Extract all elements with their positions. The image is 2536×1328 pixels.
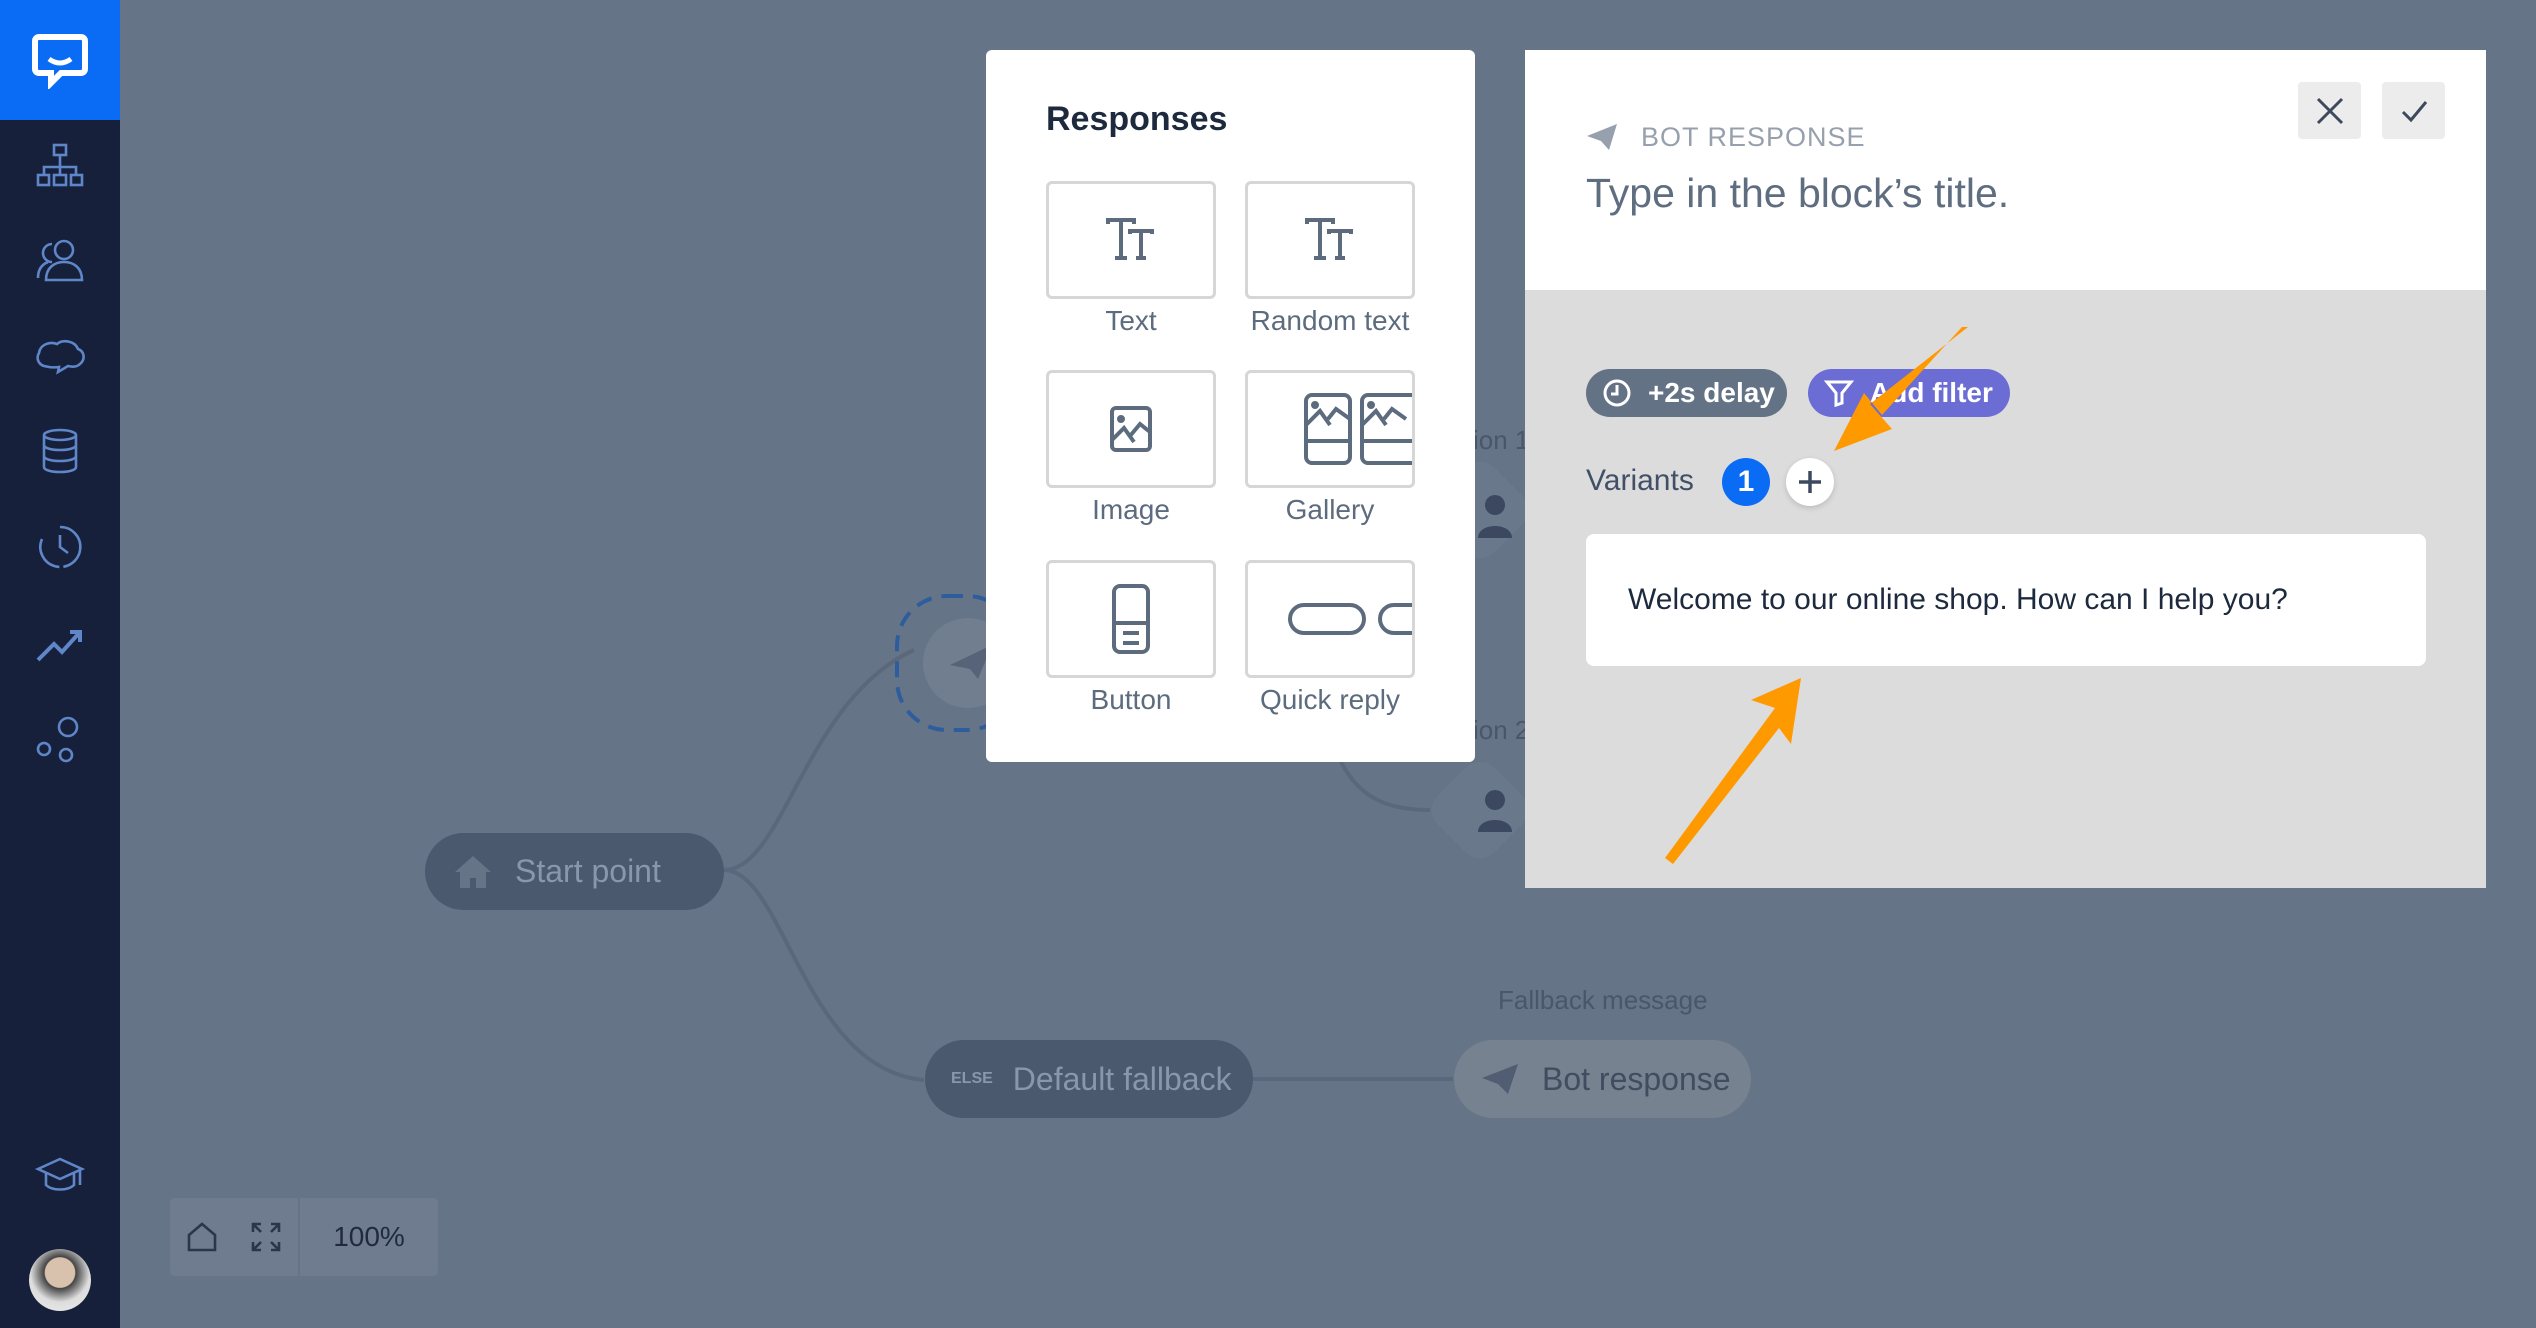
clock-icon — [1603, 379, 1631, 407]
tile-label: Text — [1105, 305, 1157, 336]
tile-label: Quick reply — [1259, 684, 1401, 715]
response-type-button[interactable] — [1046, 560, 1216, 678]
default-fallback-node[interactable]: ELSE Default fallback — [925, 1040, 1253, 1118]
tile-label: Button — [1090, 684, 1172, 715]
add-filter-pill[interactable]: Add filter — [1808, 369, 2010, 417]
response-type-gallery[interactable] — [1245, 370, 1415, 488]
else-tag: ELSE — [951, 1070, 993, 1087]
tile-label: Gallery — [1285, 494, 1375, 525]
message-variant-input[interactable]: Welcome to our online shop. How can I he… — [1586, 534, 2426, 666]
node-label: Start point — [515, 853, 661, 889]
delay-label: +2s delay — [1648, 377, 1775, 408]
tile-label: Random text — [1250, 305, 1410, 336]
home-button[interactable] — [170, 1221, 234, 1253]
block-title-input[interactable]: Type in the block’s title. — [1586, 170, 2009, 217]
quick-reply-icon — [1288, 603, 1412, 635]
variants-label: Variants — [1586, 464, 1694, 497]
button-icon — [1112, 584, 1150, 654]
check-icon — [2401, 100, 2427, 122]
node-label: Bot response — [1542, 1060, 1731, 1097]
text-icon — [1106, 218, 1154, 260]
home-icon — [455, 855, 491, 888]
confirm-button[interactable] — [2382, 82, 2445, 139]
fallback-message-label: Fallback message — [1498, 985, 1708, 1015]
response-type-random-text[interactable] — [1245, 181, 1415, 299]
fit-screen-button[interactable] — [234, 1221, 298, 1253]
filter-icon — [1824, 380, 1854, 408]
response-type-image[interactable] — [1046, 370, 1216, 488]
tile-label: Image — [1092, 494, 1170, 525]
add-variant-button[interactable] — [1786, 458, 1834, 506]
response-type-text[interactable] — [1046, 181, 1216, 299]
image-icon — [1110, 406, 1152, 452]
bot-response-node[interactable]: Bot response — [1454, 1040, 1751, 1118]
panel-header: BOT RESPONSE Type in the block’s title. — [1525, 50, 2486, 290]
responses-panel: Responses Text Random text Image Gallery… — [986, 50, 1475, 762]
panel-title: Responses — [1046, 100, 1228, 138]
filter-label: Add filter — [1870, 377, 1993, 408]
close-icon — [2316, 97, 2343, 124]
expand-icon — [251, 1222, 281, 1252]
home-icon — [187, 1222, 217, 1252]
plus-icon — [1799, 471, 1821, 493]
zoom-level[interactable]: 100% — [300, 1221, 438, 1253]
paper-plane-icon — [1587, 124, 1617, 150]
gallery-icon — [1304, 393, 1412, 465]
response-type-quick-reply[interactable] — [1245, 560, 1415, 678]
close-button[interactable] — [2298, 82, 2361, 139]
bot-response-panel: BOT RESPONSE Type in the block’s title. … — [1525, 50, 2486, 888]
condition-label: ion 1 — [1473, 425, 1530, 455]
paper-plane-icon — [1482, 1064, 1518, 1094]
variants-count-badge[interactable]: 1 — [1722, 458, 1770, 506]
node-label: Default fallback — [1012, 1060, 1232, 1097]
canvas-toolbar: 100% — [170, 1198, 438, 1276]
text-icon — [1305, 218, 1353, 260]
block-type-label: BOT RESPONSE — [1641, 122, 1866, 152]
delay-pill[interactable]: +2s delay — [1586, 369, 1787, 417]
condition-label: ion 2 — [1473, 715, 1530, 745]
start-point-node[interactable]: Start point — [425, 833, 724, 910]
